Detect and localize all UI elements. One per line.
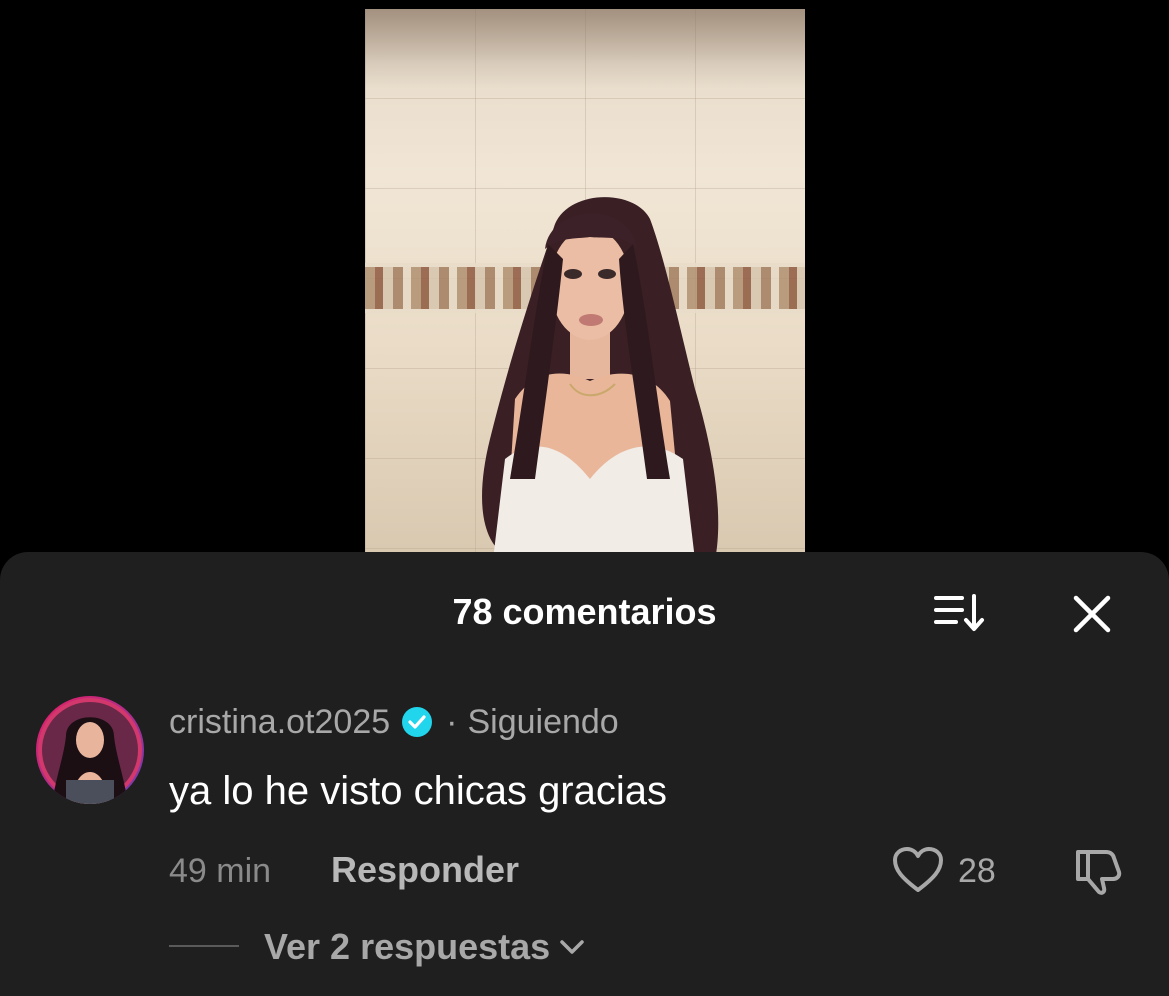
video-person <box>482 197 719 560</box>
avatar[interactable] <box>36 696 144 804</box>
verified-badge-icon <box>402 707 433 737</box>
dislike-button[interactable] <box>1070 846 1124 896</box>
comment-header: cristina.ot2025 · Siguiendo <box>169 700 619 744</box>
reply-button[interactable]: Responder <box>331 848 519 892</box>
comment-timestamp: 49 min <box>169 852 272 890</box>
heart-icon <box>893 847 943 892</box>
sort-icon <box>934 594 984 631</box>
close-icon <box>1073 595 1111 633</box>
close-button[interactable] <box>1066 588 1118 640</box>
like-button[interactable] <box>892 846 944 894</box>
follow-status: Siguiendo <box>467 703 619 741</box>
view-replies-label: Ver 2 respuestas <box>264 926 551 967</box>
chevron-down-icon <box>560 940 584 954</box>
comment-username[interactable]: cristina.ot2025 <box>169 700 390 744</box>
dislike-icon <box>1076 850 1122 895</box>
like-count: 28 <box>958 852 996 890</box>
video-area[interactable] <box>0 0 1169 560</box>
comments-count-title: 78 comentarios <box>452 591 717 632</box>
sort-button[interactable] <box>930 590 990 636</box>
comments-sheet: 78 comentarios cristina.ot2025 · Siguien… <box>0 552 1169 996</box>
comment-text: ya lo he visto chicas gracias <box>169 769 668 813</box>
header-separator: · <box>446 703 458 741</box>
view-replies-button[interactable]: Ver 2 respuestas <box>264 924 586 970</box>
avatar-image <box>38 698 142 804</box>
replies-divider <box>169 945 239 947</box>
video-frame[interactable] <box>365 9 805 560</box>
